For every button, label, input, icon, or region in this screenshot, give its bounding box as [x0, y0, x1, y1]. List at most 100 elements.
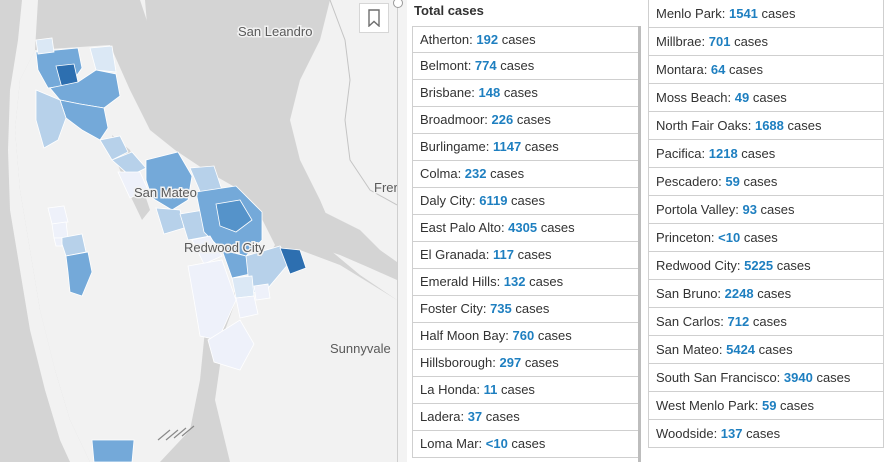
map-label-redwood-city: Redwood City: [184, 240, 265, 255]
place-name: San Mateo:: [656, 342, 727, 357]
case-unit: cases: [482, 409, 520, 424]
case-count: 3940: [783, 370, 813, 385]
case-unit: cases: [537, 220, 575, 235]
place-name: Portola Valley:: [656, 202, 743, 217]
case-count: 59: [725, 174, 740, 189]
panel-splitter[interactable]: [393, 0, 407, 462]
case-list-item[interactable]: Millbrae: 701 cases: [648, 28, 884, 56]
case-unit: cases: [511, 301, 550, 316]
case-unit: cases: [740, 230, 778, 245]
case-list-item[interactable]: North Fair Oaks: 1688 cases: [648, 112, 884, 140]
case-unit: cases: [500, 85, 538, 100]
case-list-item[interactable]: East Palo Alto: 4305 cases: [412, 215, 638, 242]
case-list-item[interactable]: Half Moon Bay: 760 cases: [412, 323, 638, 350]
case-list-item[interactable]: Foster City: 735 cases: [412, 296, 638, 323]
case-unit: cases: [507, 436, 546, 451]
place-name: Princeton:: [656, 230, 719, 245]
region-moss-beach[interactable]: [51, 221, 69, 239]
case-list-item[interactable]: Loma Mar: <10 cases: [412, 431, 638, 458]
case-unit: cases: [486, 166, 525, 181]
left-column-scrollbar[interactable]: [638, 26, 641, 462]
case-unit: cases: [737, 146, 776, 161]
place-name: Emerald Hills:: [420, 274, 504, 289]
case-count: 148: [478, 85, 501, 100]
case-list-item[interactable]: Brisbane: 148 cases: [412, 80, 638, 107]
case-count: 701: [708, 34, 731, 49]
place-name: Daly City:: [420, 193, 480, 208]
case-count: 297: [499, 355, 522, 370]
case-unit: cases: [755, 342, 793, 357]
case-count: 712: [727, 314, 750, 329]
case-count: 1688: [754, 118, 784, 133]
case-list-item[interactable]: Colma: 232 cases: [412, 161, 638, 188]
case-count: 6119: [479, 193, 508, 208]
case-list-item[interactable]: San Carlos: 712 cases: [648, 308, 884, 336]
case-unit: cases: [739, 174, 778, 189]
case-count: 132: [503, 274, 526, 289]
region-broadmoor[interactable]: [35, 37, 55, 55]
place-name: Pacifica:: [656, 146, 709, 161]
case-list-item[interactable]: San Mateo: 5424 cases: [648, 336, 884, 364]
region-atherton[interactable]: [231, 275, 255, 299]
case-list-item[interactable]: Broadmoor: 226 cases: [412, 107, 638, 134]
case-unit: cases: [776, 398, 815, 413]
case-list-left-column: Atherton: 192 cases Belmont: 774 cases Bri…: [412, 26, 638, 458]
region-san-mateo-south-coast[interactable]: [91, 439, 135, 462]
case-list-item[interactable]: El Granada: 117 cases: [412, 242, 638, 269]
region-west-menlo-park[interactable]: [253, 283, 271, 301]
case-list-item[interactable]: Pacifica: 1218 cases: [648, 140, 884, 168]
case-list-panel: Total cases Atherton: 192 cases Belmont: …: [407, 0, 887, 462]
case-unit: cases: [496, 58, 535, 73]
case-count: 64: [710, 62, 726, 77]
case-unit: cases: [498, 32, 536, 47]
case-list-item[interactable]: Moss Beach: 49 cases: [648, 84, 884, 112]
case-count: 5424: [726, 342, 756, 357]
case-list-item[interactable]: Daly City: 6119 cases: [412, 188, 638, 215]
case-unit: cases: [749, 90, 787, 105]
case-list-item[interactable]: Belmont: 774 cases: [412, 53, 638, 80]
place-name: Colma:: [420, 166, 465, 181]
case-count: 93: [742, 202, 757, 217]
case-count: 760: [512, 328, 535, 343]
case-count: 2248: [724, 286, 754, 301]
place-name: El Granada:: [420, 247, 493, 262]
place-name: Half Moon Bay:: [420, 328, 513, 343]
case-list-item[interactable]: Redwood City: 5225 cases: [648, 252, 884, 280]
case-list-item[interactable]: Pescadero: 59 cases: [648, 168, 884, 196]
case-count: 192: [476, 32, 499, 47]
case-unit: cases: [742, 426, 781, 441]
bookmark-button[interactable]: [359, 3, 389, 33]
bookmark-icon: [368, 9, 380, 27]
region-montara[interactable]: [47, 205, 69, 225]
case-list-item[interactable]: Princeton: <10 cases: [648, 224, 884, 252]
place-name: Belmont:: [420, 58, 475, 73]
case-list-item[interactable]: Menlo Park: 1541 cases: [648, 0, 884, 28]
choropleth-map[interactable]: San Leandro San Mateo Redwood City Frer …: [0, 0, 397, 462]
case-count: 1147: [492, 139, 522, 154]
place-name: Woodside:: [656, 426, 721, 441]
case-list-item[interactable]: Ladera: 37 cases: [412, 404, 638, 431]
case-list-item[interactable]: Hillsborough: 297 cases: [412, 350, 638, 377]
case-list-item[interactable]: Montara: 64 cases: [648, 56, 884, 84]
case-count: 5225: [744, 258, 774, 273]
splitter-handle[interactable]: [393, 0, 403, 8]
case-list-item[interactable]: Portola Valley: 93 cases: [648, 196, 884, 224]
case-count: 735: [490, 301, 512, 316]
case-list-item[interactable]: San Bruno: 2248 cases: [648, 280, 884, 308]
map-canvas[interactable]: San Leandro San Mateo Redwood City Frer …: [0, 0, 397, 462]
case-list-item[interactable]: South San Francisco: 3940 cases: [648, 364, 884, 392]
map-label-san-mateo: San Mateo: [134, 185, 197, 200]
case-count: <10: [718, 230, 741, 245]
case-unit: cases: [534, 328, 572, 343]
place-name: Moss Beach:: [656, 90, 735, 105]
case-list-item[interactable]: La Honda: 11 cases: [412, 377, 638, 404]
case-list-item[interactable]: Woodside: 137 cases: [648, 420, 884, 448]
case-list-item[interactable]: West Menlo Park: 59 cases: [648, 392, 884, 420]
place-name: North Fair Oaks:: [656, 118, 755, 133]
region-ladera[interactable]: [235, 295, 259, 319]
case-list-item[interactable]: Emerald Hills: 132 cases: [412, 269, 638, 296]
place-name: Burlingame:: [420, 139, 493, 154]
case-list-item[interactable]: Atherton: 192 cases: [412, 26, 638, 53]
case-unit: cases: [783, 118, 822, 133]
case-list-item[interactable]: Burlingame: 1147 cases: [412, 134, 638, 161]
